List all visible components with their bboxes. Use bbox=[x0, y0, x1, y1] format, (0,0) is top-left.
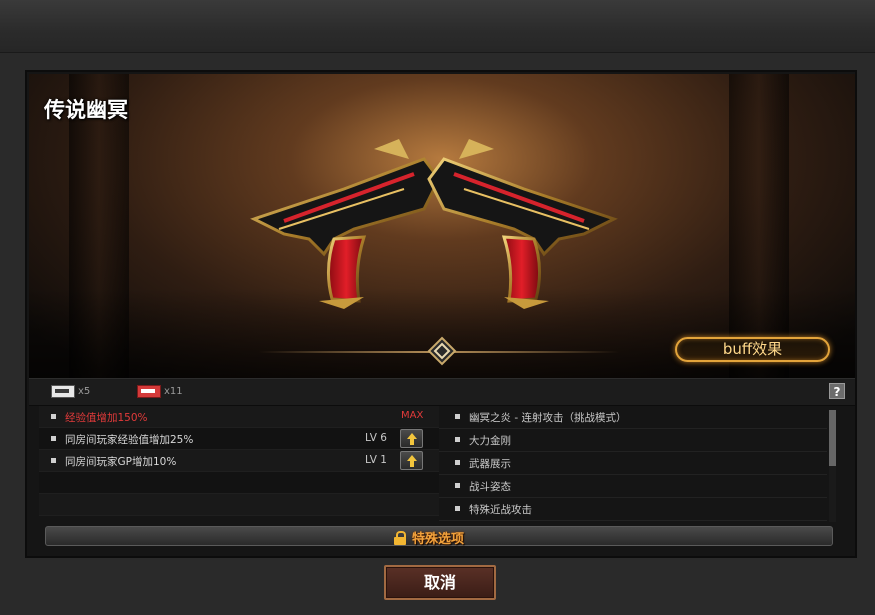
option-row-empty bbox=[39, 472, 451, 494]
counts-bar: x5 x11 ? bbox=[29, 378, 855, 406]
option-row: 同房间玩家GP增加10% LV 1 bbox=[39, 450, 451, 472]
feature-list: 幽冥之炎 - 连射攻击（挑战模式） 大力金刚 武器展示 战斗姿态 特殊近战攻击 bbox=[439, 406, 827, 524]
bullet-icon bbox=[455, 460, 460, 465]
bullet-icon bbox=[51, 414, 56, 419]
special-options-label: 特殊选项 bbox=[412, 532, 465, 547]
feature-text: 大力金刚 bbox=[469, 435, 511, 447]
level-label: LV 1 bbox=[365, 454, 387, 466]
feature-row: 特殊近战攻击 bbox=[439, 498, 827, 521]
left-pistol bbox=[250, 139, 441, 309]
item-detail-panel: 传说幽冥 buff效果 x5 x11 ? 经验值增加150% MAX 同房间玩家… bbox=[25, 70, 857, 558]
badge-icon bbox=[51, 385, 75, 398]
feature-row: 战斗姿态 bbox=[439, 475, 827, 498]
count-label: x5 bbox=[78, 386, 91, 397]
option-text: 同房间玩家GP增加10% bbox=[65, 456, 177, 468]
upgrade-arrow-button[interactable] bbox=[400, 429, 423, 448]
scrollbar-thumb[interactable] bbox=[829, 410, 836, 466]
bullet-icon bbox=[51, 436, 56, 441]
level-label: LV 6 bbox=[365, 432, 387, 444]
cancel-button[interactable]: 取消 bbox=[384, 565, 496, 600]
option-text: 同房间玩家经验值增加25% bbox=[65, 434, 194, 446]
feature-text: 幽冥之炎 - 连射攻击（挑战模式） bbox=[469, 412, 627, 424]
option-row: 同房间玩家经验值增加25% LV 6 bbox=[39, 428, 451, 450]
option-row-empty bbox=[39, 494, 451, 516]
bullet-icon bbox=[455, 483, 460, 488]
help-button[interactable]: ? bbox=[829, 383, 845, 399]
window-top-bar bbox=[0, 0, 875, 53]
badge-icon bbox=[137, 385, 161, 398]
special-options-label-group: 特殊选项 bbox=[394, 528, 464, 547]
item-name: 传说幽冥 bbox=[44, 98, 128, 122]
bullet-icon bbox=[455, 437, 460, 442]
count-item-1: x5 bbox=[51, 385, 90, 398]
feature-text: 特殊近战攻击 bbox=[469, 504, 532, 516]
upgrade-options-list: 经验值增加150% MAX 同房间玩家经验值增加25% LV 6 同房间玩家GP… bbox=[39, 406, 451, 526]
emblem-icon bbox=[427, 336, 457, 366]
upgrade-arrow-button[interactable] bbox=[400, 451, 423, 470]
item-showcase-banner: 传说幽冥 buff效果 bbox=[29, 74, 855, 378]
option-text: 经验值增加150% bbox=[65, 412, 148, 424]
dual-pistol-image bbox=[250, 139, 618, 309]
count-label: x11 bbox=[164, 386, 183, 397]
feature-row: 大力金刚 bbox=[439, 429, 827, 452]
feature-list-scrollbar[interactable] bbox=[829, 410, 836, 522]
feature-row: 武器展示 bbox=[439, 452, 827, 475]
bullet-icon bbox=[51, 458, 56, 463]
max-label: MAX bbox=[401, 410, 424, 421]
special-options-bar[interactable]: 特殊选项 bbox=[45, 526, 833, 547]
bullet-icon bbox=[455, 506, 460, 511]
option-row: 经验值增加150% MAX bbox=[39, 406, 451, 428]
feature-row: 幽冥之炎 - 连射攻击（挑战模式） bbox=[439, 406, 827, 429]
feature-text: 武器展示 bbox=[469, 458, 511, 470]
bullet-icon bbox=[455, 414, 460, 419]
right-pistol bbox=[427, 139, 618, 309]
lock-icon bbox=[394, 530, 406, 545]
buff-effect-button[interactable]: buff效果 bbox=[675, 337, 830, 362]
count-item-2: x11 bbox=[137, 385, 183, 398]
feature-text: 战斗姿态 bbox=[469, 481, 511, 493]
